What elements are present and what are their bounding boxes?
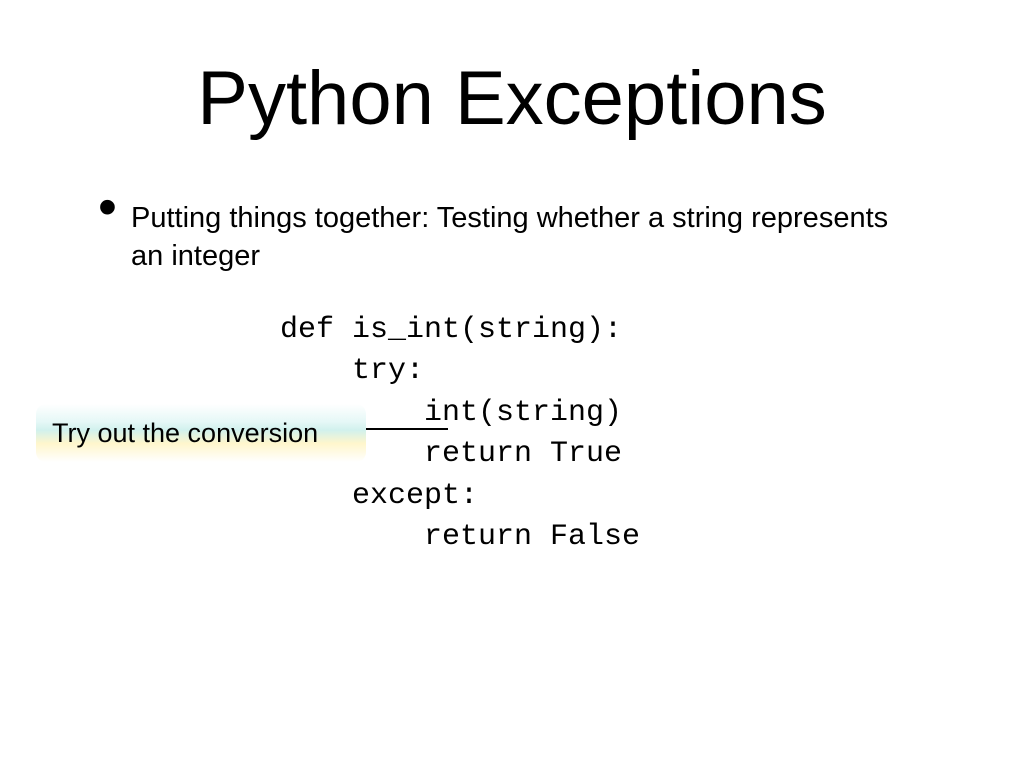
bullet-text: Putting things together: Testing whether… bbox=[131, 200, 921, 275]
callout-label: Try out the conversion bbox=[52, 418, 318, 449]
callout: Try out the conversion bbox=[36, 398, 376, 468]
bullet-icon: • bbox=[98, 180, 117, 234]
slide-title: Python Exceptions bbox=[0, 55, 1024, 142]
slide: Python Exceptions • Putting things toget… bbox=[0, 0, 1024, 768]
callout-box: Try out the conversion bbox=[36, 404, 366, 462]
callout-connector bbox=[366, 428, 448, 430]
